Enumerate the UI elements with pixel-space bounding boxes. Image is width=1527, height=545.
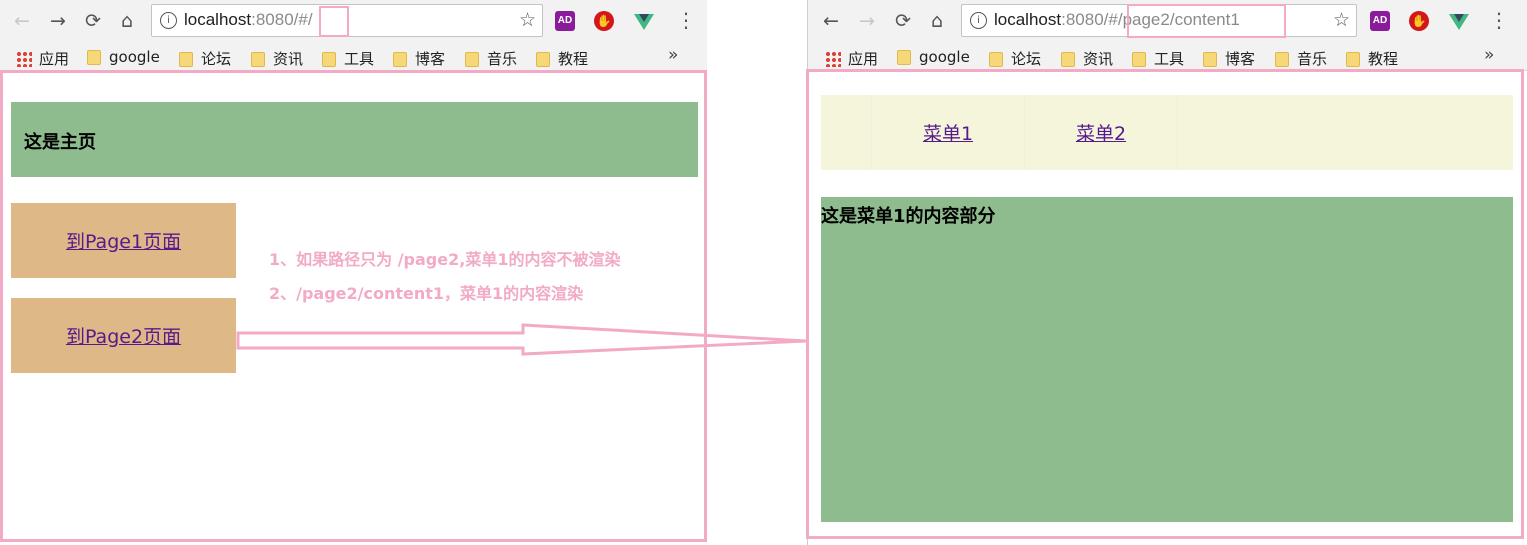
right-arrow-icon — [236, 323, 807, 356]
arrow-annotation — [236, 323, 807, 356]
